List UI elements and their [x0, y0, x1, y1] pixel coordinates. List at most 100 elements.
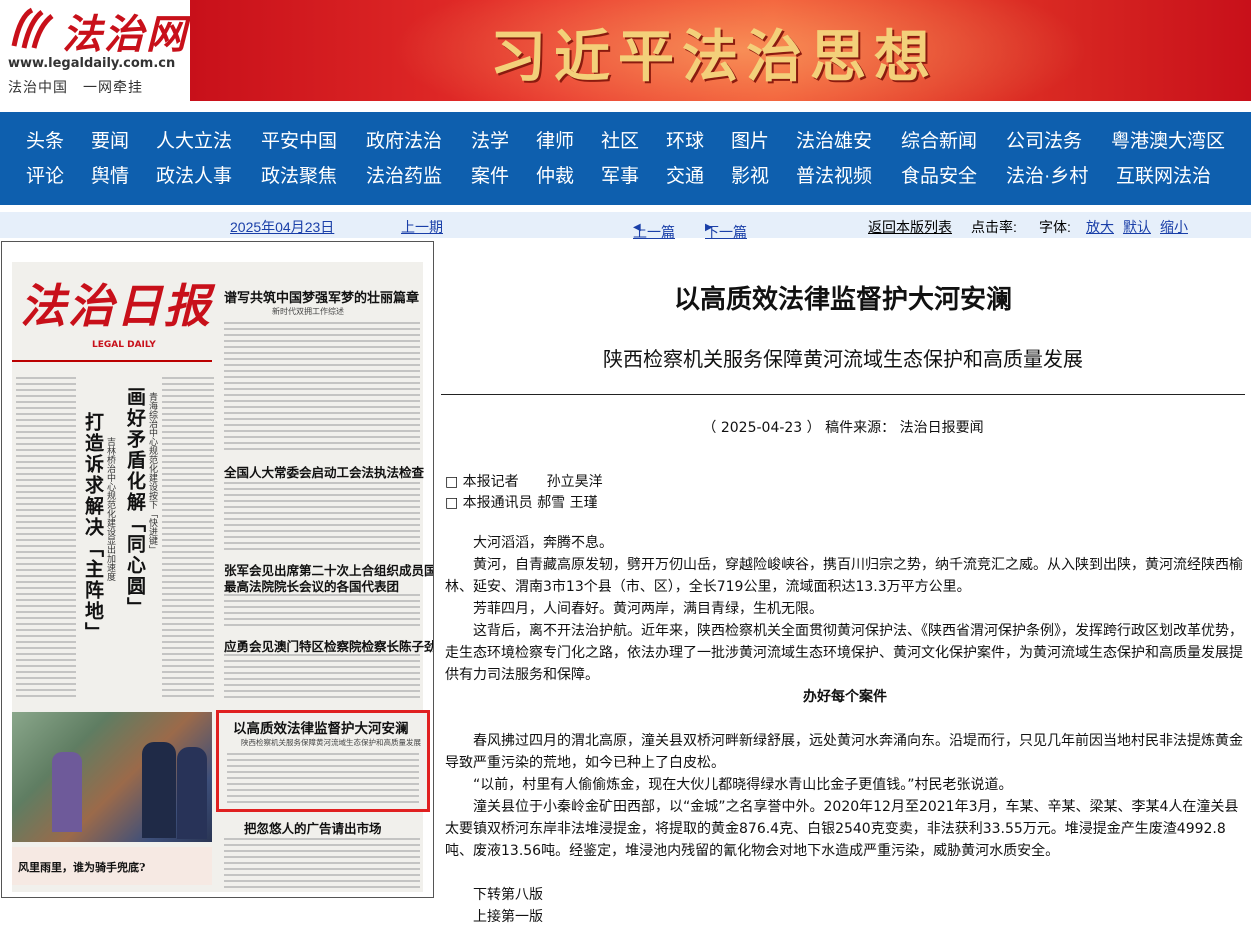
page-toolbar: 2025年04月23日 上一期 ◀ 上一篇 ▶ 下一篇 返回本版列表 点击率: 字体… — [0, 212, 1251, 240]
article-paragraph: 黄河，自青藏高原发轫，劈开万仞山岳，穿越险峻峡谷，携百川归宗之势，纳千流竞汇之威… — [445, 557, 1243, 595]
text-column — [224, 594, 420, 630]
nav-item[interactable]: 法治·乡村 — [1006, 161, 1088, 188]
nav-item[interactable]: 普法视频 — [796, 161, 872, 188]
nav-item[interactable]: 粤港澳大湾区 — [1111, 126, 1225, 153]
article-paragraph: 春风拂过四月的渭北高原，潼关县双桥河畔新绿舒展，远处黄河水奔涌向东。沿堤而行，只… — [445, 733, 1243, 771]
paper-headline-1[interactable]: 谱写共筑中国梦强军梦的壮丽篇章 — [224, 287, 419, 306]
site-header: 法治网 www.legaldaily.com.cn 法治中国 一网牵挂 习近平法… — [0, 0, 1251, 101]
article-divider — [441, 394, 1245, 395]
nav-item[interactable]: 交通 — [666, 161, 704, 188]
article-paragraph: 潼关县位于小秦岭金矿田西部，以“金城”之名享誉中外。2020年12月至2021年… — [445, 799, 1239, 859]
back-to-list-link[interactable]: 返回本版列表 — [868, 217, 952, 237]
nav-item[interactable]: 食品安全 — [901, 161, 977, 188]
font-smaller-link[interactable]: 缩小 — [1160, 217, 1188, 237]
masthead-rule — [12, 360, 212, 362]
paper-headline-4[interactable]: 应勇会见澳门特区检察院检察长陈子劲 — [224, 636, 433, 655]
nav-item[interactable]: 综合新闻 — [901, 126, 977, 153]
nav-item[interactable]: 影视 — [731, 161, 769, 188]
nav-item[interactable]: 法治药监 — [366, 161, 442, 188]
paper-masthead-sub: LEGAL DAILY — [92, 340, 156, 350]
paper-photo — [12, 712, 212, 842]
font-default-link[interactable]: 默认 — [1123, 217, 1151, 237]
nav-item[interactable]: 人大立法 — [156, 126, 232, 153]
nav-item[interactable]: 政法人事 — [156, 161, 232, 188]
text-column — [16, 377, 76, 697]
prev-article-link[interactable]: 上一篇 — [633, 222, 675, 242]
prev-issue-link[interactable]: 上一期 — [401, 217, 443, 237]
paper-masthead: 法治日报 — [20, 279, 212, 333]
site-slogan: 法治中国 一网牵挂 — [8, 80, 143, 96]
paper-ad-box: 风里雨里，谁为骑手兜底? — [12, 847, 212, 885]
text-column — [224, 838, 420, 888]
newspaper-page-thumbnail[interactable]: 法治日报 LEGAL DAILY 谱写共筑中国梦强军梦的壮丽篇章 新时代双拥工作… — [1, 241, 434, 898]
nav-item[interactable]: 社区 — [601, 126, 639, 153]
paper-vertical-headline-1[interactable]: 打造诉求解决「主阵地」 — [80, 412, 107, 643]
article-paragraph: 大河滔滔，奔腾不息。 — [473, 535, 613, 551]
nav-item[interactable]: 公司法务 — [1006, 126, 1082, 153]
issue-date-link[interactable]: 2025年04月23日 — [230, 217, 334, 237]
nav-item[interactable]: 头条 — [26, 126, 64, 153]
site-logo[interactable]: 法治网 www.legaldaily.com.cn 法治中国 一网牵挂 — [0, 0, 190, 101]
paper-headline-5[interactable]: 把忽悠人的广告请出市场 — [244, 818, 382, 837]
section-heading: 办好每个案件 — [803, 689, 887, 705]
article-paragraph: 芳菲四月，人间春好。黄河两岸，满目青绿，生机无限。 — [473, 601, 823, 617]
header-banner[interactable]: 习近平法治思想 — [190, 0, 1251, 101]
nav-item[interactable]: 舆情 — [91, 161, 129, 188]
main-nav: 头条 要闻 人大立法 平安中国 政府法治 法学 律师 社区 环球 图片 法治雄安… — [0, 112, 1251, 205]
nav-row-1: 头条 要闻 人大立法 平安中国 政府法治 法学 律师 社区 环球 图片 法治雄安… — [0, 126, 1251, 160]
nav-item[interactable]: 仲裁 — [536, 161, 574, 188]
font-size-label: 字体: — [1039, 219, 1071, 235]
paper-vertical-headline-2[interactable]: 画好矛盾化解「同心圆」 — [122, 387, 149, 618]
paper-headline-1-sub: 新时代双拥工作综述 — [272, 307, 344, 316]
paper-headline-2[interactable]: 全国人大常委会启动工会法执法检查 — [224, 462, 424, 481]
article-meta: （ 2025-04-23 ） 稿件来源： 法治日报要闻 — [702, 420, 984, 436]
site-url: www.legaldaily.com.cn — [8, 56, 176, 71]
text-column — [227, 753, 419, 805]
banner-title: 习近平法治思想 — [490, 24, 938, 90]
nav-item[interactable]: 环球 — [666, 126, 704, 153]
nav-item[interactable]: 军事 — [601, 161, 639, 188]
text-column — [162, 377, 214, 697]
paper-vertical-sub-1: 吉林桥治中心规范化建设显出加速度 — [105, 437, 115, 581]
article-body: 大河滔滔，奔腾不息。 黄河，自青藏高原发轫，劈开万仞山岳，穿越险峻峡谷，携百川归… — [445, 532, 1245, 928]
next-article-link[interactable]: 下一篇 — [705, 222, 747, 242]
photo-figure — [142, 742, 176, 838]
nav-item[interactable]: 平安中国 — [261, 126, 337, 153]
nav-item[interactable]: 互联网法治 — [1116, 161, 1211, 188]
article-subtitle: 陕西检察机关服务保障黄河流域生态保护和高质量发展 — [603, 349, 1083, 371]
article-content: 以高质效法律监督护大河安澜 陕西检察机关服务保障黄河流域生态保护和高质量发展 （… — [441, 241, 1245, 925]
photo-figure — [52, 752, 82, 832]
nav-item[interactable]: 案件 — [471, 161, 509, 188]
current-article-highlight[interactable]: 以高质效法律监督护大河安澜 陕西检察机关服务保障黄河流域生态保护和高质量发展 — [216, 710, 430, 812]
newspaper-page: 法治日报 LEGAL DAILY 谱写共筑中国梦强军梦的壮丽篇章 新时代双拥工作… — [12, 262, 433, 892]
text-column — [224, 482, 420, 552]
site-name: 法治网 — [62, 11, 188, 58]
nav-item[interactable]: 图片 — [731, 126, 769, 153]
continued-from-note: 上接第一版 — [473, 909, 543, 925]
nav-item[interactable]: 律师 — [536, 126, 574, 153]
paper-headline-3b[interactable]: 最高法院院长会议的各国代表团 — [224, 576, 399, 595]
nav-item[interactable]: 法治雄安 — [796, 126, 872, 153]
article-paragraph: 这背后，离不开法治护航。近年来，陕西检察机关全面贯彻黄河保护法、《陕西省渭河保护… — [445, 623, 1243, 683]
nav-item[interactable]: 要闻 — [91, 126, 129, 153]
article-byline-correspondent: □ 本报通讯员 郝雪 王瑾 — [445, 495, 598, 511]
nav-row-2: 评论 舆情 政法人事 政法聚焦 法治药监 案件 仲裁 军事 交通 影视 普法视频… — [0, 161, 1251, 195]
nav-item[interactable]: 法学 — [471, 126, 509, 153]
article-byline-reporter: □ 本报记者 孙立昊洋 — [445, 474, 603, 490]
nav-item[interactable]: 评论 — [26, 161, 64, 188]
photo-figure — [177, 747, 207, 839]
nav-item[interactable]: 政法聚焦 — [261, 161, 337, 188]
continued-on-note: 下转第八版 — [473, 887, 543, 903]
boxed-headline: 以高质效法律监督护大河安澜 — [233, 721, 409, 737]
boxed-subheadline: 陕西检察机关服务保障黄河流域生态保护和高质量发展 — [241, 738, 421, 747]
click-rate-label: 点击率: — [971, 219, 1017, 235]
paper-ad-headline[interactable]: 风里雨里，谁为骑手兜底? — [18, 859, 145, 875]
text-column — [224, 322, 420, 452]
font-larger-link[interactable]: 放大 — [1086, 217, 1114, 237]
text-column — [224, 654, 420, 700]
nav-item[interactable]: 政府法治 — [366, 126, 442, 153]
article-title: 以高质效法律监督护大河安澜 — [673, 285, 1012, 314]
paper-vertical-sub-2: 青海综治中心规范化建设按下「快进键」 — [147, 392, 157, 554]
